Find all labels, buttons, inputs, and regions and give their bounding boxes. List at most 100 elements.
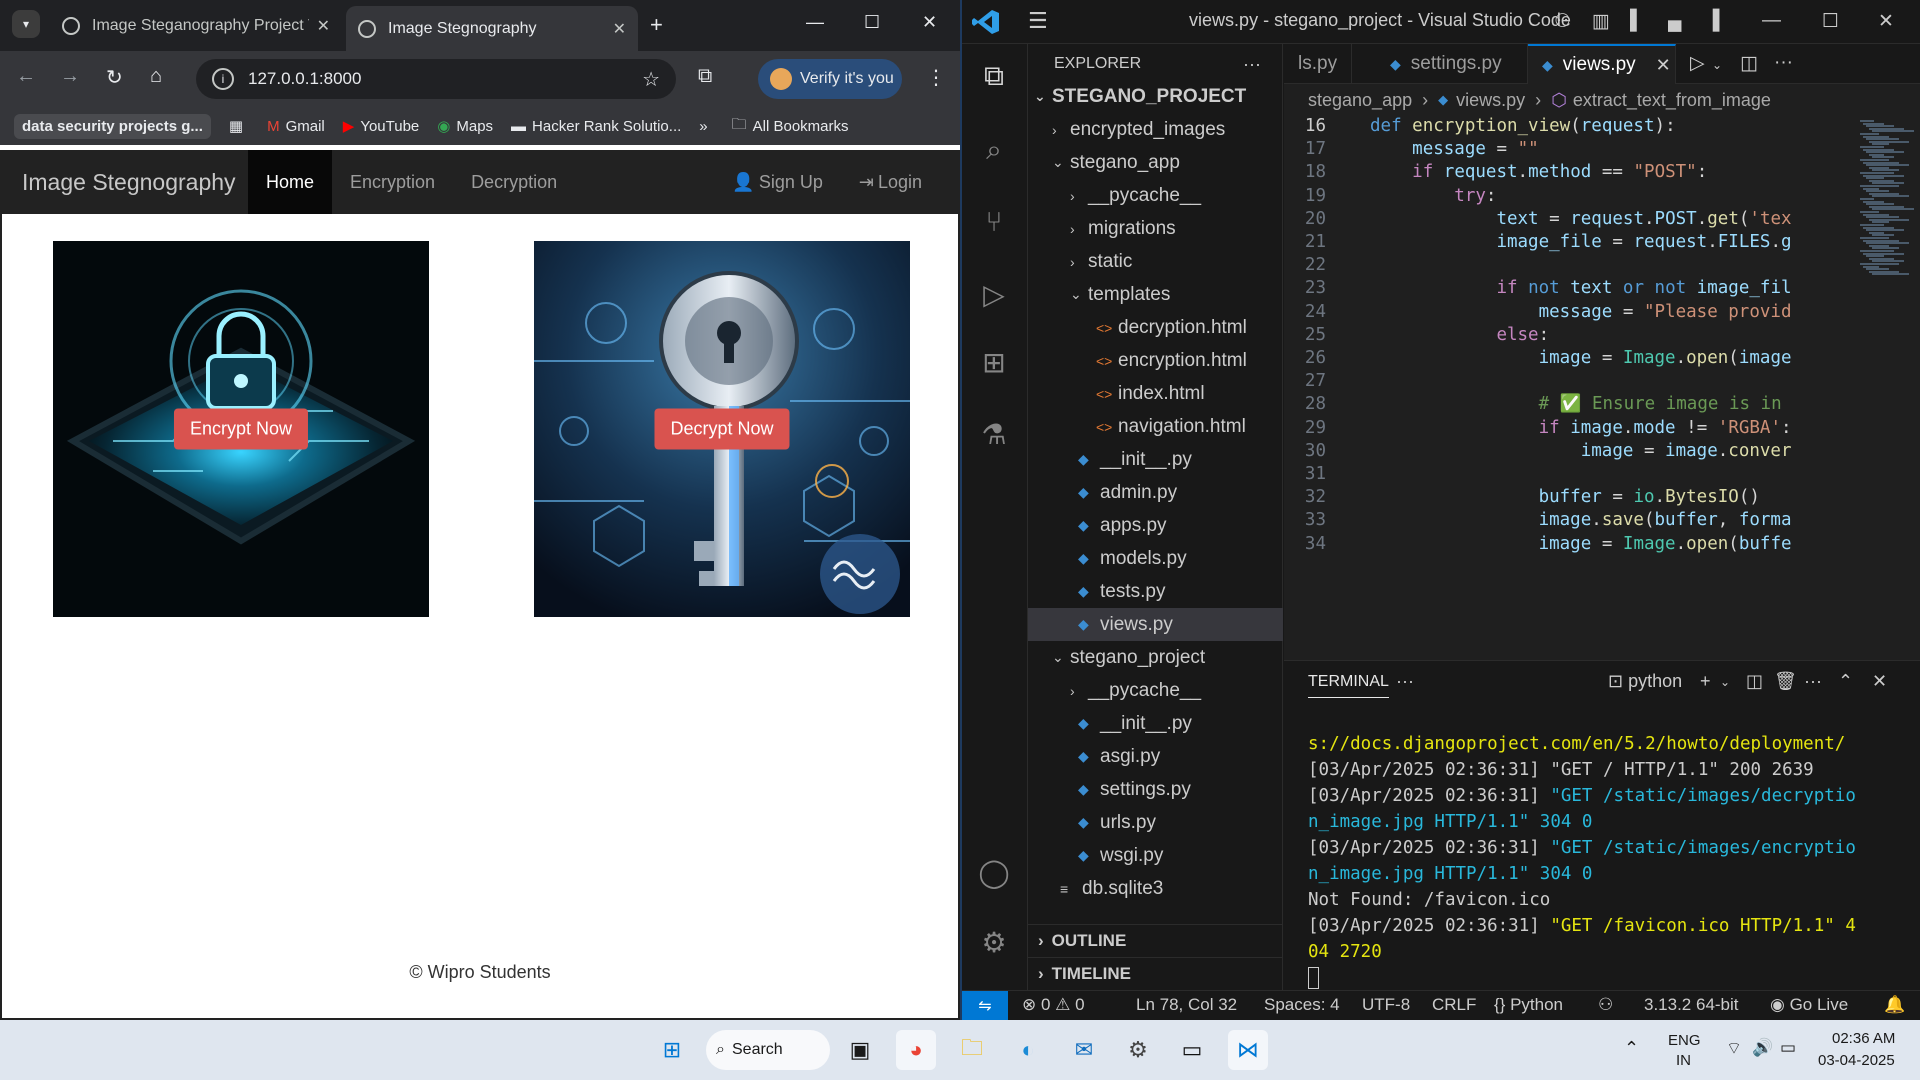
toggle-panel-icon[interactable]: ▄ — [1668, 10, 1681, 32]
tree-file[interactable]: ◆ __init__.py — [1028, 707, 1283, 740]
settings-gear-icon[interactable]: ⚙ — [976, 924, 1012, 960]
more-actions-icon[interactable]: ··· — [1243, 54, 1261, 75]
python-interpreter[interactable]: 3.13.2 64-bit — [1644, 995, 1739, 1015]
file-explorer-icon[interactable]: 🗀 — [952, 1030, 992, 1070]
terminal-shell[interactable]: ⊡ python — [1608, 671, 1682, 692]
chevron-down-icon[interactable]: ⌄ — [1720, 675, 1730, 689]
nav-sign-up[interactable]: 👤 Sign Up — [714, 150, 840, 214]
close-tab-icon[interactable]: ✕ — [1656, 55, 1671, 76]
tree-folder[interactable]: › static — [1028, 245, 1283, 278]
bookmark-hackerrank[interactable]: ▬ Hacker Rank Solutio... — [511, 118, 681, 135]
tree-file[interactable]: <> navigation.html — [1028, 410, 1283, 443]
code-editor[interactable]: 16 def encryption_view(request): 17 messag… — [1284, 116, 1849, 660]
testing-icon[interactable]: ⚗ — [976, 416, 1012, 452]
more-bookmarks-icon[interactable]: » — [699, 118, 713, 135]
project-root[interactable]: ⌄ STEGANO_PROJECT — [1028, 80, 1283, 113]
maximize-panel-icon[interactable]: ⌃ — [1838, 671, 1853, 692]
breadcrumb-folder[interactable]: stegano_app — [1308, 90, 1412, 111]
new-tab-button[interactable]: + — [650, 12, 663, 38]
volume-icon[interactable]: 🔊 — [1752, 1038, 1773, 1058]
site-brand[interactable]: Image Stegnography — [2, 169, 248, 196]
close-tab-icon[interactable]: ✕ — [317, 16, 330, 36]
tree-file[interactable]: ◆ asgi.py — [1028, 740, 1283, 773]
language-mode[interactable]: {} Python — [1494, 995, 1563, 1015]
customize-layout-icon[interactable]: ▥ — [1592, 10, 1610, 33]
breadcrumb-symbol[interactable]: extract_text_from_image — [1573, 90, 1771, 111]
bookmark-maps[interactable]: ◉ Maps — [437, 117, 493, 136]
task-view-icon[interactable]: ▣ — [840, 1030, 880, 1070]
tree-file[interactable]: ◆ wsgi.py — [1028, 839, 1283, 872]
apps-grid-icon[interactable]: ▦ — [229, 117, 249, 135]
go-live-button[interactable]: ◉ Go Live — [1770, 995, 1848, 1015]
input-language[interactable]: ENG — [1668, 1032, 1701, 1049]
tab-search-button[interactable]: ▾ — [12, 10, 40, 38]
all-bookmarks-button[interactable]: 🗀 All Bookmarks — [732, 114, 849, 139]
remote-icon[interactable]: ⇋ — [962, 991, 1008, 1020]
start-windows-icon[interactable]: ⊞ — [652, 1030, 692, 1070]
tab-views[interactable]: ◆ views.py ✕ — [1528, 44, 1676, 84]
close-window-icon[interactable]: ✕ — [1878, 10, 1894, 33]
close-window-icon[interactable]: ✕ — [922, 12, 937, 33]
close-panel-icon[interactable]: ✕ — [1872, 671, 1887, 692]
nav-encryption[interactable]: Encryption — [332, 150, 453, 214]
encrypt-now-button[interactable]: Encrypt Now — [173, 408, 309, 450]
copilot-status-icon[interactable]: ⚇ — [1598, 995, 1613, 1015]
copilot-icon[interactable]: ⚇ — [1554, 10, 1571, 33]
tree-file[interactable]: <> decryption.html — [1028, 311, 1283, 344]
tab-urls[interactable]: ls.py — [1284, 44, 1353, 84]
extensions-icon[interactable]: ⧉ — [698, 65, 712, 88]
menu-icon[interactable]: ☰ — [1028, 8, 1048, 34]
tree-folder[interactable]: ⌄ stegano_app — [1028, 146, 1283, 179]
terminal-output[interactable]: s://docs.djangoproject.com/en/5.2/howto/… — [1308, 731, 1908, 991]
menu-kebab-icon[interactable]: ⋮ — [926, 65, 946, 90]
profile-verify-button[interactable]: Verify it's you — [758, 59, 902, 99]
address-bar[interactable]: i 127.0.0.1:8000 ☆ — [196, 59, 676, 99]
source-control-icon[interactable]: ⑂ — [976, 204, 1012, 240]
tab-terminal[interactable]: TERMINAL — [1308, 673, 1389, 698]
battery-icon[interactable]: ▭ — [1780, 1038, 1796, 1058]
taskbar-search[interactable]: ⌕ Search — [706, 1030, 830, 1070]
run-options-chevron-icon[interactable]: ⌄ — [1712, 58, 1722, 72]
bookmark-gmail[interactable]: M Gmail — [267, 118, 325, 135]
tree-file[interactable]: ◆ tests.py — [1028, 575, 1283, 608]
maximize-icon[interactable]: ☐ — [864, 12, 880, 33]
tree-folder[interactable]: › __pycache__ — [1028, 674, 1283, 707]
split-terminal-icon[interactable]: ◫ — [1746, 671, 1763, 692]
chrome-icon[interactable]: ◕ — [896, 1030, 936, 1070]
tab-settings[interactable]: ◆ settings.py — [1376, 44, 1528, 84]
toggle-secondary-sidebar-icon[interactable]: ▐ — [1706, 10, 1719, 32]
tab-image-stegnography[interactable]: Image Stegnography ✕ — [346, 6, 638, 51]
nav-decryption[interactable]: Decryption — [453, 150, 575, 214]
tree-folder[interactable]: › __pycache__ — [1028, 179, 1283, 212]
wifi-icon[interactable]: ⌔ — [1726, 1038, 1742, 1059]
minimize-icon[interactable]: — — [1762, 10, 1781, 32]
tree-file[interactable]: <> index.html — [1028, 377, 1283, 410]
notifications-bell-icon[interactable]: 🔔 — [1884, 995, 1905, 1015]
panel-more-icon[interactable]: ··· — [1396, 671, 1414, 692]
mail-icon[interactable]: ✉ — [1064, 1030, 1104, 1070]
tree-file[interactable]: ◆ admin.py — [1028, 476, 1283, 509]
tree-folder[interactable]: › migrations — [1028, 212, 1283, 245]
tree-file[interactable]: ◆ __init__.py — [1028, 443, 1283, 476]
tree-folder[interactable]: ⌄ templates — [1028, 278, 1283, 311]
extensions-icon[interactable]: ⊞ — [976, 344, 1012, 380]
show-hidden-icons-chevron-icon[interactable]: ⌃ — [1624, 1038, 1639, 1059]
reload-icon[interactable]: ↻ — [106, 65, 123, 90]
trash-icon[interactable]: 🗑 — [1774, 671, 1797, 692]
tree-folder[interactable]: › encrypted_images — [1028, 113, 1283, 146]
terminal-prompt[interactable] — [1308, 965, 1908, 991]
search-icon[interactable]: ⌕ — [976, 132, 1012, 168]
split-editor-icon[interactable]: ◫ — [1740, 52, 1758, 75]
toggle-sidebar-icon[interactable]: ▌ — [1630, 10, 1643, 32]
new-terminal-icon[interactable]: + — [1700, 671, 1711, 692]
bookmark-data-security[interactable]: data security projects g... — [14, 113, 211, 139]
breadcrumb-file[interactable]: views.py — [1456, 90, 1525, 111]
bookmark-star-icon[interactable]: ☆ — [642, 67, 660, 92]
decrypt-now-button[interactable]: Decrypt Now — [654, 408, 790, 450]
outline-section[interactable]: › OUTLINE — [1028, 924, 1283, 957]
run-file-icon[interactable]: ▷ — [1690, 52, 1705, 75]
explorer-icon[interactable]: ⧉ — [976, 58, 1012, 94]
tree-file[interactable]: <> encryption.html — [1028, 344, 1283, 377]
cursor-position[interactable]: Ln 78, Col 32 — [1136, 995, 1237, 1015]
more-actions-icon[interactable]: ··· — [1774, 52, 1793, 74]
